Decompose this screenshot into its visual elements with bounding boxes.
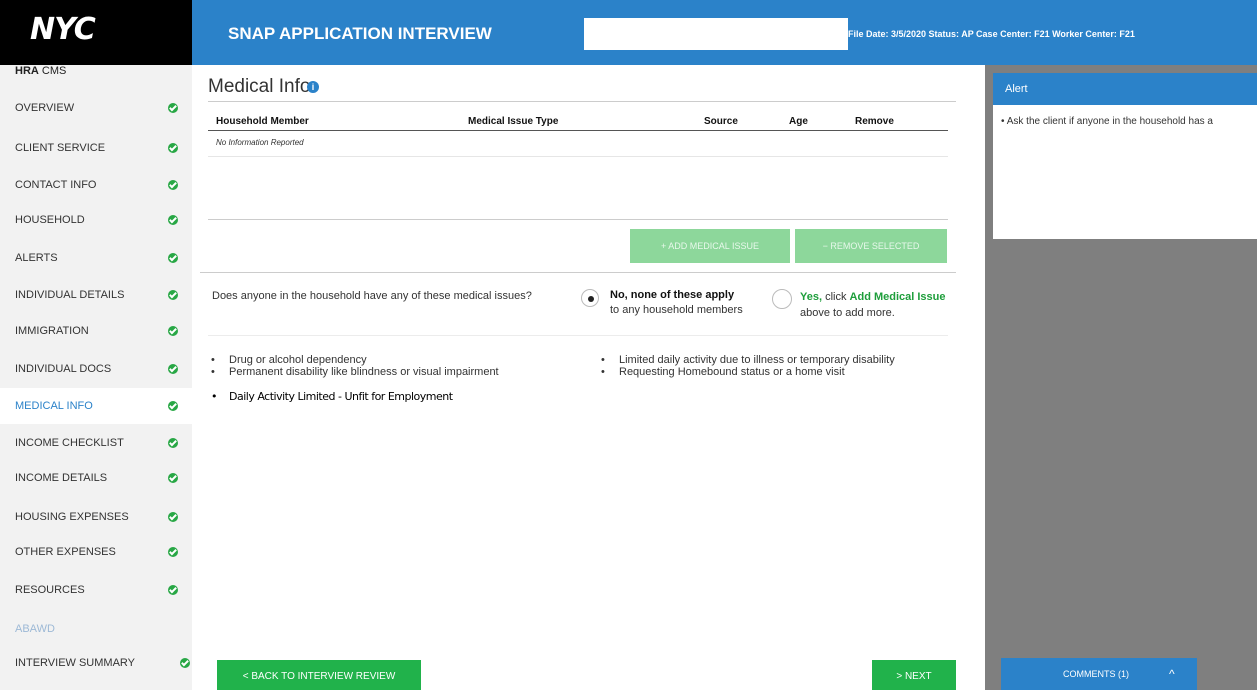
check-icon [168,143,178,153]
check-icon [168,512,178,522]
issue-item: Requesting Homebound status or a home vi… [601,366,845,378]
comments-button[interactable]: COMMENTS (1) ^ [1001,658,1197,690]
check-icon [168,364,178,374]
brand-bold: HRA [15,65,39,77]
check-icon [168,326,178,336]
chevron-up-icon: ^ [1169,667,1175,681]
alert-message: Ask the client if anyone in the househol… [1006,116,1213,127]
sidebar-item-label: CONTACT INFO [15,179,97,191]
alert-title: Alert [993,73,1257,105]
sidebar-item-individual-details[interactable]: INDIVIDUAL DETAILS [0,277,192,313]
add-medical-issue-link[interactable]: Add Medical Issue [850,291,946,303]
file-meta: File Date: 3/5/2020 Status: AP Case Cent… [848,29,1135,39]
table-header-line [208,130,948,131]
check-icon [168,473,178,483]
divider [208,219,948,220]
check-icon [168,585,178,595]
check-icon [168,438,178,448]
nyc-logo: NYC [30,12,96,47]
remove-selected-button[interactable]: − REMOVE SELECTED [795,229,947,263]
option-yes-rest: above to add more. [800,307,895,319]
sidebar-item-income-checklist[interactable]: INCOME CHECKLIST [0,425,192,461]
top-bar: SNAP APPLICATION INTERVIEW File Date: 3/… [192,0,1257,65]
sidebar-item-resources[interactable]: RESOURCES [0,572,192,608]
add-medical-issue-button[interactable]: + ADD MEDICAL ISSUE [630,229,790,263]
sidebar-item-label: OTHER EXPENSES [15,546,116,558]
column-medical-issue-type: Medical Issue Type [468,116,559,127]
sidebar-item-overview[interactable]: OVERVIEW [0,90,192,126]
check-icon [168,547,178,557]
comments-label: COMMENTS (1) [1063,669,1129,679]
option-no-label: No, none of these apply [610,289,735,301]
divider [208,156,948,157]
sidebar-item-label: INDIVIDUAL DOCS [15,363,112,375]
option-yes-label: Yes, click Add Medical Issue above to ad… [800,289,970,321]
sidebar-item-other-expenses[interactable]: OTHER EXPENSES [0,534,192,570]
issue-item: Daily Activity Limited - Unfit for Emplo… [211,390,453,403]
column-household-member: Household Member [216,116,309,127]
divider [208,335,948,336]
sidebar-item-label: INCOME DETAILS [15,472,108,484]
sidebar-item-label: RESOURCES [15,584,85,596]
radio-no[interactable] [581,289,599,307]
info-icon[interactable]: i [307,81,319,93]
back-to-interview-review-button[interactable]: < BACK TO INTERVIEW REVIEW [217,660,421,690]
sidebar-item-housing-expenses[interactable]: HOUSING EXPENSES [0,499,192,535]
app-title: SNAP APPLICATION INTERVIEW [228,24,492,43]
nyc-logo-area: NYC [0,0,192,65]
check-icon [168,401,178,411]
issue-item: Permanent disability like blindness or v… [211,366,499,378]
check-icon [168,180,178,190]
alert-text: • Ask the client if anyone in the househ… [1001,116,1213,127]
sidebar-item-label: IMMIGRATION [15,325,89,337]
option-no-sublabel: to any household members [610,304,743,316]
sidebar-item-label: HOUSEHOLD [15,214,85,226]
sidebar-item-label: ALERTS [15,252,58,264]
sidebar: HRA CMS OVERVIEW CLIENT SERVICE CONTACT … [0,65,192,690]
sidebar-item-label: INCOME CHECKLIST [15,437,124,449]
sidebar-item-alerts[interactable]: ALERTS [0,240,192,276]
sidebar-item-label: INTERVIEW SUMMARY [15,657,135,669]
radio-yes[interactable] [772,289,792,309]
sidebar-item-label: ABAWD [15,623,55,635]
page-title: Medical Info [208,76,311,97]
brand: HRA CMS [15,65,66,77]
check-icon [168,253,178,263]
sidebar-item-abawd: ABAWD [0,611,192,647]
divider [200,272,956,273]
column-age: Age [789,116,808,127]
sidebar-item-label: OVERVIEW [15,102,75,114]
right-panel: Alert • Ask the client if anyone in the … [985,65,1257,690]
alert-panel: Alert • Ask the client if anyone in the … [993,73,1257,239]
issue-item: Limited daily activity due to illness or… [601,354,895,366]
brand-rest: CMS [38,65,67,77]
option-yes-word: Yes, [800,291,823,303]
sidebar-item-label: MEDICAL INFO [15,400,93,412]
empty-table-message: No Information Reported [216,138,304,147]
sidebar-item-client-service[interactable]: CLIENT SERVICE [0,130,192,166]
sidebar-item-medical-info[interactable]: MEDICAL INFO [0,388,192,424]
check-icon [168,215,178,225]
medical-issues-question: Does anyone in the household have any of… [212,290,532,302]
check-icon [168,103,178,113]
next-button[interactable]: > NEXT [872,660,956,690]
sidebar-item-immigration[interactable]: IMMIGRATION [0,313,192,349]
option-yes-click: click [822,291,850,303]
header-blank-field [584,18,848,50]
check-icon [168,290,178,300]
sidebar-item-individual-docs[interactable]: INDIVIDUAL DOCS [0,351,192,387]
sidebar-item-label: HOUSING EXPENSES [15,511,129,523]
sidebar-item-household[interactable]: HOUSEHOLD [0,202,192,238]
divider [208,101,956,102]
sidebar-item-label: INDIVIDUAL DETAILS [15,289,125,301]
sidebar-item-income-details[interactable]: INCOME DETAILS [0,460,192,496]
issue-item: Drug or alcohol dependency [211,354,367,366]
sidebar-item-contact-info[interactable]: CONTACT INFO [0,167,192,203]
check-icon [180,658,190,668]
main-content: Medical Info i Household Member Medical … [192,65,985,690]
column-source: Source [704,116,738,127]
sidebar-item-interview-summary[interactable]: INTERVIEW SUMMARY [0,645,192,681]
sidebar-item-label: CLIENT SERVICE [15,142,106,154]
column-remove: Remove [855,116,894,127]
